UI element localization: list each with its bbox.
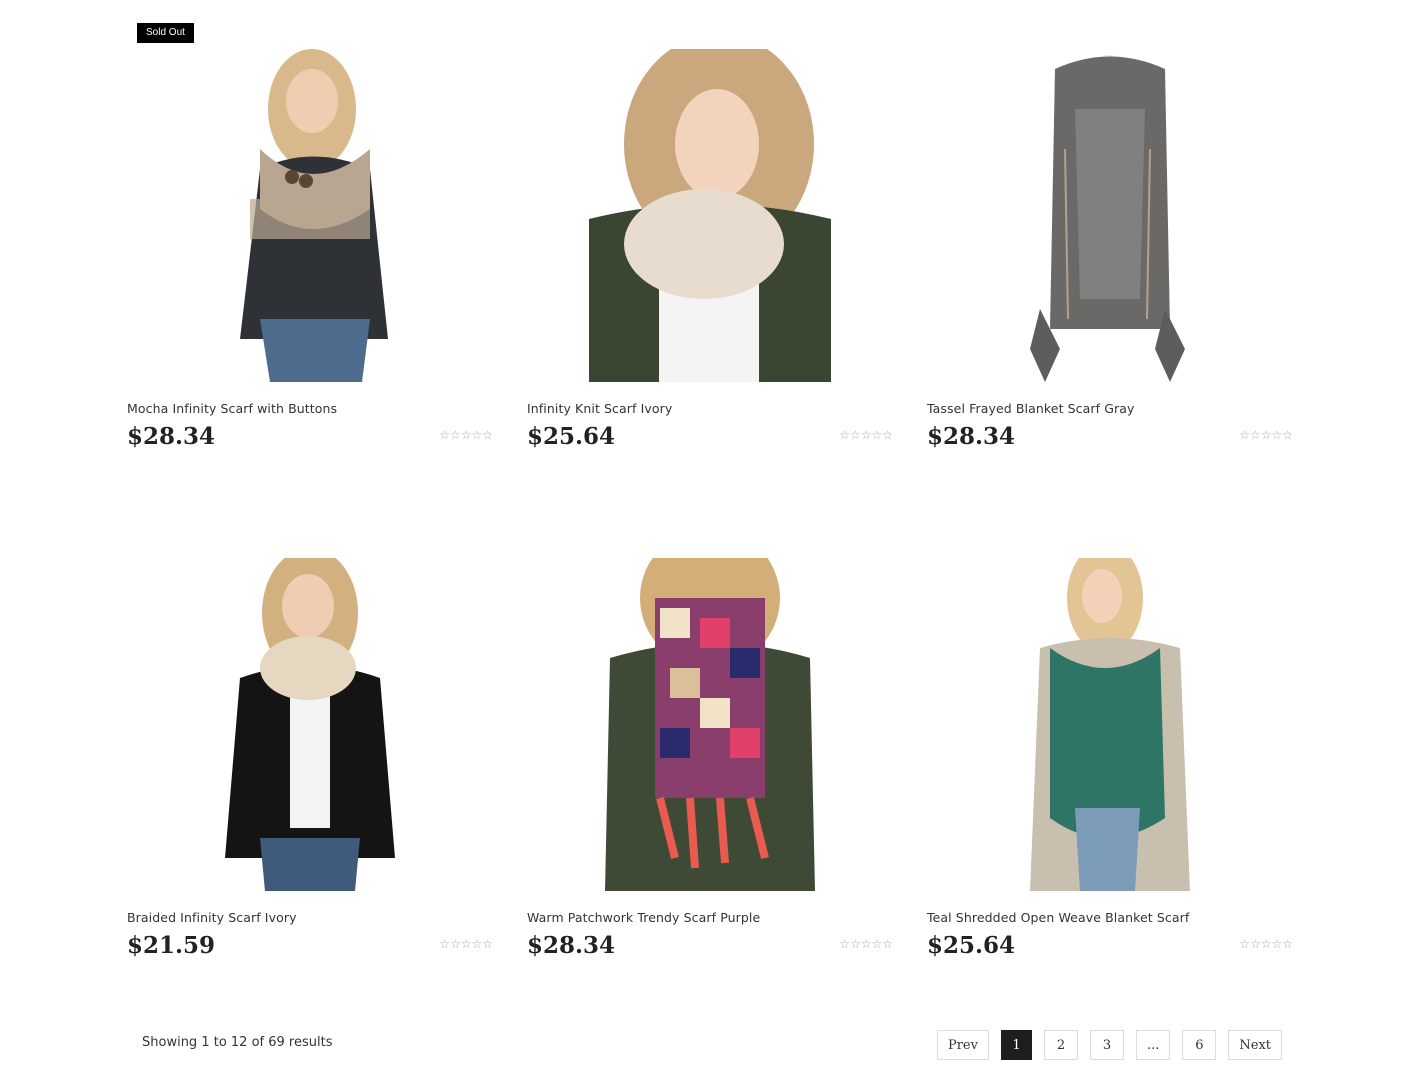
product-media[interactable] [927, 558, 1293, 891]
product-image[interactable] [220, 558, 400, 891]
rating-stars-icon: ☆☆☆☆☆ [1239, 428, 1293, 442]
product-title[interactable]: Warm Patchwork Trendy Scarf Purple [527, 910, 760, 925]
product-media[interactable] [527, 49, 893, 382]
product-card[interactable]: Warm Patchwork Trendy Scarf Purple $28.3… [527, 558, 893, 959]
results-count: Showing 1 to 12 of 69 results [142, 1035, 333, 1050]
product-card[interactable]: Sold Out Mocha Infinity Scarf with Butto… [127, 23, 493, 450]
product-image[interactable] [600, 558, 820, 891]
product-price: $28.34 [527, 932, 616, 959]
product-media[interactable]: Sold Out [127, 23, 493, 382]
product-title[interactable]: Braided Infinity Scarf Ivory [127, 910, 297, 925]
product-title[interactable]: Mocha Infinity Scarf with Buttons [127, 401, 337, 416]
prev-page-button[interactable]: Prev [936, 1030, 989, 1060]
page-button-3[interactable]: 3 [1089, 1030, 1124, 1060]
pagination: Prev 1 2 3 ... 6 Next [936, 1030, 1282, 1060]
product-card[interactable]: Braided Infinity Scarf Ivory $21.59 ☆☆☆☆… [127, 558, 493, 959]
product-title[interactable]: Infinity Knit Scarf Ivory [527, 401, 672, 416]
product-price: $28.34 [127, 423, 216, 450]
product-price: $25.64 [927, 932, 1016, 959]
product-card[interactable]: Tassel Frayed Blanket Scarf Gray $28.34 … [927, 49, 1293, 450]
product-price: $25.64 [527, 423, 616, 450]
page-ellipsis: ... [1135, 1030, 1171, 1060]
product-card[interactable]: Infinity Knit Scarf Ivory $25.64 ☆☆☆☆☆ [527, 49, 893, 450]
rating-stars-icon: ☆☆☆☆☆ [439, 428, 493, 442]
rating-stars-icon: ☆☆☆☆☆ [1239, 937, 1293, 951]
rating-stars-icon: ☆☆☆☆☆ [839, 428, 893, 442]
product-image[interactable] [1030, 558, 1190, 891]
next-page-button[interactable]: Next [1228, 1030, 1282, 1060]
product-media[interactable] [527, 558, 893, 891]
page-button-2[interactable]: 2 [1043, 1030, 1078, 1060]
product-price: $28.34 [927, 423, 1016, 450]
page-button-6[interactable]: 6 [1182, 1030, 1217, 1060]
product-media[interactable] [127, 558, 493, 891]
rating-stars-icon: ☆☆☆☆☆ [439, 937, 493, 951]
page-button-1[interactable]: 1 [1000, 1030, 1032, 1060]
sold-out-badge: Sold Out [137, 23, 194, 43]
rating-stars-icon: ☆☆☆☆☆ [839, 937, 893, 951]
product-price: $21.59 [127, 932, 216, 959]
product-image[interactable] [220, 49, 400, 382]
product-image[interactable] [589, 49, 831, 382]
product-image[interactable] [1020, 49, 1200, 382]
product-title[interactable]: Teal Shredded Open Weave Blanket Scarf [927, 910, 1189, 925]
product-media[interactable] [927, 49, 1293, 382]
product-card[interactable]: Teal Shredded Open Weave Blanket Scarf $… [927, 558, 1293, 959]
product-title[interactable]: Tassel Frayed Blanket Scarf Gray [927, 401, 1135, 416]
